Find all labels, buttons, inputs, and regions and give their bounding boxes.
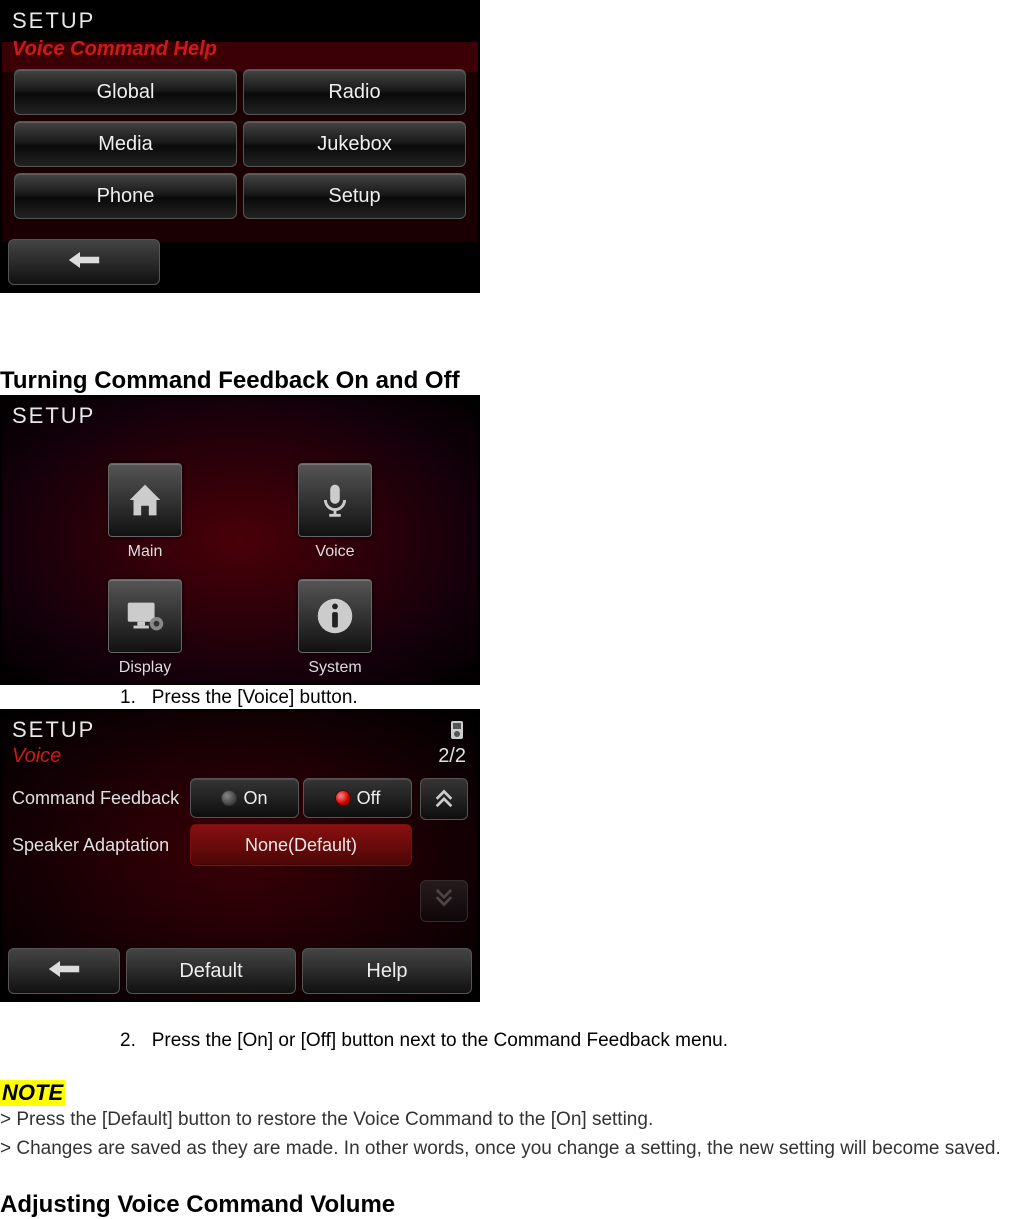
setup-item-label: System xyxy=(308,659,361,677)
phone-button[interactable]: Phone xyxy=(14,173,237,219)
page-down-button[interactable] xyxy=(420,880,468,922)
default-button[interactable]: Default xyxy=(126,948,296,994)
command-feedback-segmented: On Off xyxy=(190,778,412,818)
option-label: Off xyxy=(357,788,381,809)
jukebox-button[interactable]: Jukebox xyxy=(243,121,466,167)
speaker-adaptation-value-wrap: None(Default) xyxy=(190,824,412,866)
radio-button[interactable]: Radio xyxy=(243,69,466,115)
page-arrows xyxy=(420,778,468,922)
media-button[interactable]: Media xyxy=(14,121,237,167)
setup-item-label: Voice xyxy=(315,543,354,561)
page-up-button[interactable] xyxy=(420,778,468,820)
step-text: Press the [On] or [Off] button next to t… xyxy=(152,1030,728,1051)
back-arrow-icon xyxy=(64,249,104,276)
back-button[interactable] xyxy=(8,948,120,994)
step-number: 1. xyxy=(120,687,136,708)
setup-title: SETUP xyxy=(10,6,470,38)
command-feedback-label: Command Feedback xyxy=(12,788,182,809)
setup-title: SETUP xyxy=(12,717,95,743)
bottom-bar: Default Help xyxy=(8,948,472,994)
radio-on-icon xyxy=(335,790,351,806)
radio-off-icon xyxy=(221,790,237,806)
option-label: On xyxy=(243,788,267,809)
note-line-1: > Press the [Default] button to restore … xyxy=(0,1106,1012,1135)
setup-icons-grid: Main Voice Display System xyxy=(10,433,470,677)
setup-item-display[interactable]: Display xyxy=(70,579,220,677)
command-feedback-on-button[interactable]: On xyxy=(190,778,299,818)
info-icon xyxy=(298,579,372,653)
setup-button[interactable]: Setup xyxy=(243,173,466,219)
screenshot-voice-command-help: SETUP Voice Command Help Global Radio Me… xyxy=(0,0,480,293)
speaker-adaptation-button[interactable]: None(Default) xyxy=(190,824,412,866)
setup-item-main[interactable]: Main xyxy=(70,463,220,561)
command-feedback-row: Command Feedback On Off xyxy=(12,778,412,818)
bottom-bar xyxy=(8,239,472,285)
note-line-2: > Changes are saved as they are made. In… xyxy=(0,1135,1012,1164)
help-category-grid: Global Radio Media Jukebox Phone Setup xyxy=(10,69,470,219)
screenshot-setup-main: SETUP Main Voice Display System xyxy=(0,395,480,685)
mic-icon xyxy=(298,463,372,537)
monitor-gear-icon xyxy=(108,579,182,653)
command-feedback-off-button[interactable]: Off xyxy=(303,778,412,818)
step-number: 2. xyxy=(120,1030,136,1051)
voice-command-help-subtitle: Voice Command Help xyxy=(10,38,470,69)
setup-item-label: Main xyxy=(128,543,163,561)
note-block: NOTE > Press the [Default] button to res… xyxy=(0,1080,1012,1163)
double-chevron-up-icon xyxy=(433,786,455,813)
voice-subtitle: Voice xyxy=(12,745,61,768)
home-icon xyxy=(108,463,182,537)
voice-settings-subheader: Voice 2/2 xyxy=(10,743,470,774)
setup-item-system[interactable]: System xyxy=(260,579,410,677)
voice-settings-header: SETUP xyxy=(10,715,470,743)
speaker-adaptation-row: Speaker Adaptation None(Default) xyxy=(12,824,412,866)
page-indicator: 2/2 xyxy=(438,745,466,768)
settings-rows: Command Feedback On Off Speaker Adaptati… xyxy=(12,778,412,922)
step-1: 1. Press the [Voice] button. xyxy=(0,687,1012,709)
speaker-adaptation-label: Speaker Adaptation xyxy=(12,835,182,856)
media-device-icon xyxy=(448,719,466,741)
back-button[interactable] xyxy=(8,239,160,285)
setup-title: SETUP xyxy=(10,401,470,433)
step-2: 2. Press the [On] or [Off] button next t… xyxy=(0,1030,1012,1052)
double-chevron-down-icon xyxy=(433,888,455,915)
back-arrow-icon xyxy=(44,958,84,985)
step-text: Press the [Voice] button. xyxy=(152,687,358,708)
heading-voice-volume: Adjusting Voice Command Volume xyxy=(0,1191,1012,1219)
global-button[interactable]: Global xyxy=(14,69,237,115)
screenshot-voice-settings: SETUP Voice 2/2 Command Feedback On Off xyxy=(0,709,480,1002)
setup-item-voice[interactable]: Voice xyxy=(260,463,410,561)
help-button[interactable]: Help xyxy=(302,948,472,994)
note-label: NOTE xyxy=(0,1080,65,1106)
setup-item-label: Display xyxy=(119,659,171,677)
heading-command-feedback: Turning Command Feedback On and Off xyxy=(0,367,1012,395)
voice-settings-body: Command Feedback On Off Speaker Adaptati… xyxy=(10,774,470,922)
